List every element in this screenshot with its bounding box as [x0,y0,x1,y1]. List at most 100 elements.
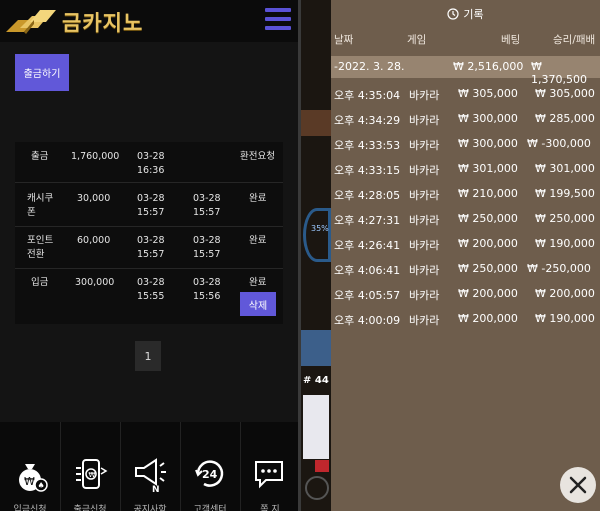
row-divider [15,226,283,227]
tx-time: 15:57 [193,249,221,260]
history-row[interactable]: 오후 4:00:09 바카라 ₩ 200,000 ₩ 190,000 [331,312,600,332]
nav-deposit[interactable]: ₩ ♠ 입금신청 [0,422,61,511]
row-time: 오후 4:26:41 [334,239,401,252]
row-game: 바카라 [409,289,440,302]
row-bet: ₩ 210,000 [458,187,518,200]
tx-time: 15:55 [137,291,165,302]
nav-notice[interactable]: N 공지사항 [120,422,181,511]
progress-badge: 35% [311,224,329,233]
row-time: 오후 4:33:53 [334,139,401,152]
nav-withdraw[interactable]: ₩ 출금신청 [60,422,121,511]
top-bar: 금카지노 [0,0,298,42]
row-result: ₩ 305,000 [535,87,595,100]
bottom-nav: ₩ ♠ 입금신청 ₩ 출금신청 N 공지사항 24 고객센터 쪽 지 [0,422,298,511]
nav-support[interactable]: 24 고객센터 [180,422,241,511]
row-result: ₩ 250,000 [535,212,595,225]
withdraw-button[interactable]: 출금하기 [15,54,69,91]
row-result: ₩ 199,500 [535,187,595,200]
history-icon [447,8,459,20]
history-panel: 기록 날짜 게임 베팅 승리/패배 -2022. 3. 28. ₩ 2,516,… [331,0,600,511]
menu-bar-icon [265,17,291,21]
nav-label: 공지사항 [133,505,167,511]
tx-date: 03-28 [193,235,221,246]
menu-bar-icon [265,26,291,30]
money-bag-icon: ₩ ♠ [19,464,48,492]
col-date: 날짜 [334,34,354,46]
table-number: # 44 [303,375,329,386]
history-row[interactable]: 오후 4:27:31 바카라 ₩ 250,000 ₩ 250,000 [331,212,600,232]
close-button[interactable] [560,467,596,503]
row-result: ₩ 285,000 [535,112,595,125]
menu-bar-icon [265,8,291,12]
history-row[interactable]: 오후 4:34:29 바카라 ₩ 300,000 ₩ 285,000 [331,112,600,132]
tx-status: 완료 [249,235,267,246]
nav-message[interactable]: 쪽 지 [240,422,298,511]
svg-text:24: 24 [202,468,218,481]
svg-text:₩: ₩ [24,475,35,488]
row-bet: ₩ 301,000 [458,162,518,175]
tx-date: 03-28 [137,277,165,288]
tx-time: 15:57 [193,207,221,218]
tx-amount: 60,000 [77,235,111,246]
row-game: 바카라 [409,264,440,277]
pagination-page[interactable]: 1 [135,341,161,371]
tx-amount: 30,000 [77,193,111,204]
row-result: ₩ 200,000 [535,287,595,300]
history-header: 날짜 게임 베팅 승리/패배 [331,32,600,52]
menu-button[interactable] [265,8,291,32]
history-row[interactable]: 오후 4:33:53 바카라 ₩ 300,000 ₩ -300,000 [331,137,600,157]
tx-type: 캐시쿠 폰 [27,193,54,218]
history-row[interactable]: 오후 4:35:04 바카라 ₩ 305,000 ₩ 305,000 [331,87,600,107]
nav-label: 고객센터 [193,505,227,511]
tx-time: 15:57 [137,207,165,218]
col-game: 게임 [407,34,427,46]
tx-status: 환전요청 [240,151,275,162]
close-icon [569,476,587,494]
round-button-icon[interactable] [305,476,329,500]
roadmap-card [303,395,329,459]
history-title-text: 기록 [463,8,484,21]
history-date-row[interactable]: -2022. 3. 28. ₩ 2,516,000 ₩ 1,370,500 [331,56,600,86]
phone-transfer-icon: ₩ [76,459,108,489]
tx-type: 입금 [31,277,49,288]
gold-bars-icon [6,10,56,34]
row-time: 오후 4:00:09 [334,314,401,327]
tx-amount: 1,760,000 [71,151,120,162]
tx-time: 16:36 [137,165,165,176]
history-row[interactable]: 오후 4:06:41 바카라 ₩ 250,000 ₩ -250,000 [331,262,600,282]
site-logo[interactable]: 금카지노 [4,4,144,38]
row-game: 바카라 [409,239,440,252]
logo-text: 금카지노 [62,11,144,35]
game-panel-blue [301,330,331,366]
tx-date: 03-28 [193,193,221,204]
history-row[interactable]: 오후 4:05:57 바카라 ₩ 200,000 ₩ 200,000 [331,287,600,307]
transaction-table: 출금 1,760,000 03-28 16:36 환전요청 캐시쿠 폰 30,0… [15,142,283,324]
tx-date: 03-28 [193,277,221,288]
cashier-panel: 금카지노 출금하기 출금 1,760,000 03-28 16:36 환전요청 … [0,0,298,511]
tx-date: 03-28 [137,151,165,162]
history-row[interactable]: 오후 4:33:15 바카라 ₩ 301,000 ₩ 301,000 [331,162,600,182]
row-bet: ₩ 300,000 [458,112,518,125]
delete-button[interactable]: 삭제 [240,292,276,316]
tx-amount: 300,000 [75,277,115,288]
row-date: -2022. 3. 28. [334,60,405,73]
row-game: 바카라 [409,114,440,127]
row-bet: ₩ 250,000 [458,262,518,275]
tx-date: 03-28 [137,193,165,204]
row-game: 바카라 [409,89,440,102]
row-bet: ₩ 200,000 [458,312,518,325]
row-bet: ₩ 2,516,000 [453,60,524,73]
row-time: 오후 4:28:05 [334,189,401,202]
tx-status: 완료 [249,193,267,204]
history-row[interactable]: 오후 4:26:41 바카라 ₩ 200,000 ₩ 190,000 [331,237,600,257]
svg-text:♠: ♠ [38,481,45,490]
nav-label: 출금신청 [73,505,107,511]
nav-label: 쪽 지 [260,505,280,511]
row-bet: ₩ 300,000 [458,137,518,150]
history-row[interactable]: 오후 4:28:05 바카라 ₩ 210,000 ₩ 199,500 [331,187,600,207]
col-result: 승리/패배 [553,34,596,46]
tx-status: 완료 [249,277,267,288]
game-background: 35% # 44 [301,0,331,511]
row-bet: ₩ 200,000 [458,287,518,300]
progress-ring-icon [303,208,331,262]
